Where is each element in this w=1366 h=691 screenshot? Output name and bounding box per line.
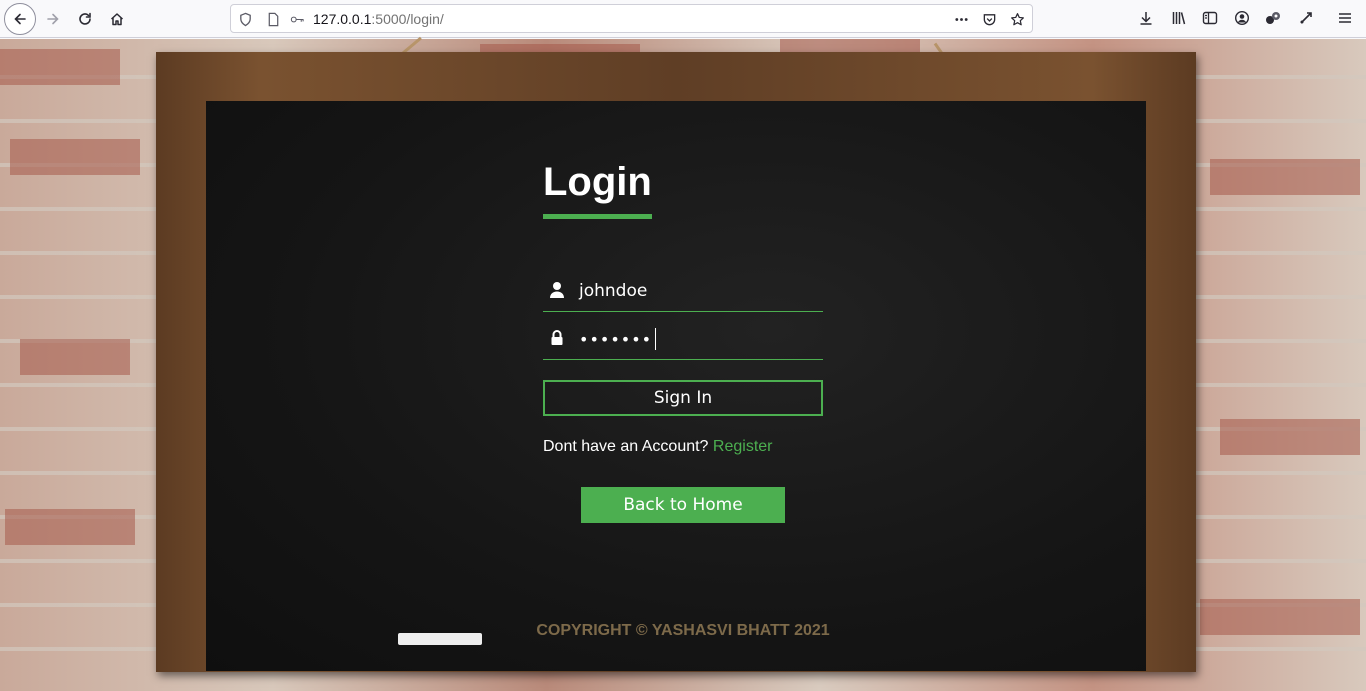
- brick: [20, 339, 130, 375]
- sidebar-icon[interactable]: [1201, 9, 1219, 27]
- account-prompt-text: Dont have an Account?: [543, 438, 709, 455]
- bookmark-star-icon[interactable]: [1009, 11, 1025, 27]
- reload-icon[interactable]: [70, 4, 100, 34]
- account-icon[interactable]: [1233, 9, 1251, 27]
- login-title: Login: [543, 160, 652, 204]
- register-prompt: Dont have an Account? Register: [543, 438, 772, 456]
- extensions-icon[interactable]: [1264, 9, 1282, 27]
- page-icon[interactable]: [265, 11, 281, 27]
- back-to-home-button[interactable]: Back to Home: [581, 487, 785, 523]
- url-path: :5000/login/: [371, 11, 444, 27]
- copyright-footer: COPYRIGHT © YASHASVI BHATT 2021: [536, 622, 830, 639]
- home-icon[interactable]: [102, 4, 132, 34]
- url-bar[interactable]: 127.0.0.1:5000/login/: [230, 4, 1033, 33]
- title-underline: [543, 214, 652, 219]
- text-cursor: [655, 328, 656, 350]
- key-icon[interactable]: [287, 11, 307, 27]
- username-field[interactable]: johndoe: [543, 272, 823, 312]
- more-icon[interactable]: [953, 11, 969, 27]
- forward-arrow-icon[interactable]: [38, 4, 68, 34]
- user-icon: [549, 281, 565, 299]
- url-host: 127.0.0.1: [313, 11, 372, 27]
- puzzle-extension-icon[interactable]: [1297, 9, 1315, 27]
- brick: [10, 139, 140, 175]
- lock-icon: [549, 329, 565, 347]
- back-arrow-icon[interactable]: [4, 3, 36, 35]
- brick: [1220, 419, 1360, 455]
- download-icon[interactable]: [1137, 9, 1155, 27]
- register-link[interactable]: Register: [713, 438, 773, 455]
- browser-toolbar: 127.0.0.1:5000/login/: [0, 0, 1366, 38]
- brick: [5, 509, 135, 545]
- sign-in-button[interactable]: Sign In: [543, 380, 823, 416]
- pocket-icon[interactable]: [981, 11, 997, 27]
- password-field[interactable]: •••••••: [543, 320, 823, 360]
- username-value[interactable]: johndoe: [579, 281, 647, 301]
- password-value[interactable]: •••••••: [579, 330, 652, 349]
- library-icon[interactable]: [1170, 9, 1188, 27]
- shield-icon[interactable]: [237, 11, 253, 27]
- menu-icon[interactable]: [1336, 9, 1354, 27]
- brick: [1210, 159, 1360, 195]
- url-text: 127.0.0.1:5000/login/: [313, 11, 444, 27]
- brick: [0, 49, 120, 85]
